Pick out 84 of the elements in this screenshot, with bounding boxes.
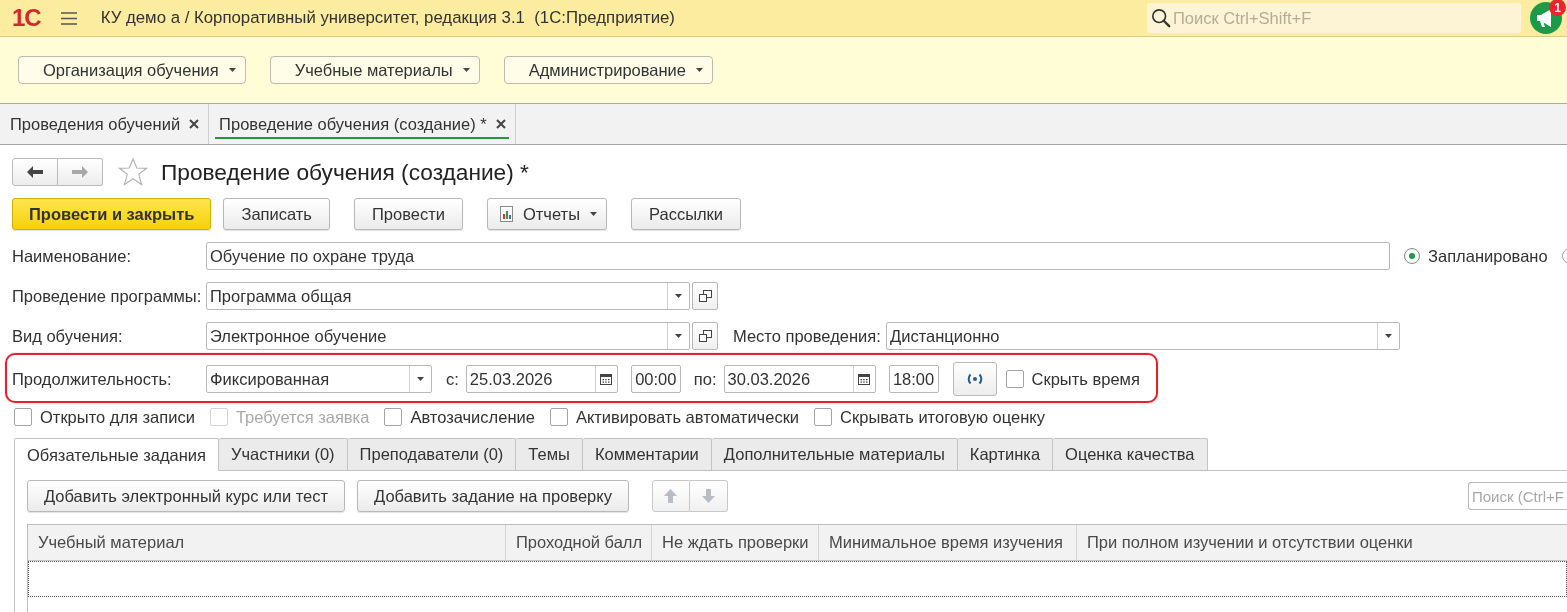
time-field[interactable]: 18:00	[888, 365, 939, 393]
field-label: Наименование:	[12, 246, 132, 266]
tab[interactable]: Преподаватели (0)	[347, 438, 517, 470]
field-label: Продолжительность:	[12, 369, 173, 389]
field-label: Проведение программы:	[12, 286, 203, 306]
checkbox-label[interactable]: Скрыть время	[1031, 369, 1140, 389]
signal-button[interactable]	[952, 362, 997, 396]
section-menu-button[interactable]: Организация обучения	[18, 56, 246, 84]
arrow-left-icon	[27, 166, 43, 178]
calendar-icon	[600, 373, 613, 385]
caret-icon	[1385, 334, 1392, 338]
column-header: Минимальное время изучения	[819, 525, 1077, 561]
tab[interactable]: Темы	[516, 438, 583, 470]
column-header: Проходной балл	[506, 525, 652, 561]
tab[interactable]: Участники (0)	[219, 438, 348, 470]
toolbar-button[interactable]: Записать	[223, 198, 330, 230]
section-menu-button[interactable]: Администрирование	[503, 56, 713, 84]
toolbar-button[interactable]: Рассылки	[631, 198, 742, 230]
checkbox[interactable]	[814, 408, 833, 426]
field-label: Место проведения:	[733, 326, 882, 346]
search-icon	[1151, 8, 1171, 28]
checkbox[interactable]	[14, 408, 32, 426]
caret-icon	[417, 377, 424, 381]
calendar-icon	[858, 373, 871, 385]
menu-button[interactable]: Отчеты	[486, 198, 607, 230]
checkbox[interactable]	[549, 408, 568, 426]
venue-field[interactable]: Дистанционно	[886, 322, 1400, 350]
caret-icon	[696, 68, 703, 72]
caret-icon	[228, 68, 236, 72]
back-button[interactable]	[12, 158, 58, 186]
logo: 1С	[12, 6, 41, 30]
close-icon[interactable]	[495, 119, 506, 129]
column-header: Учебный материал	[28, 525, 506, 561]
menu-icon[interactable]	[60, 11, 77, 25]
form-title: Проведение обучения (создание) *	[161, 158, 529, 186]
tab[interactable]: Оценка качества	[1053, 438, 1208, 470]
tab[interactable]: Комментарии	[582, 438, 712, 470]
field-label: с:	[446, 369, 459, 389]
tab[interactable]: Дополнительные материалы	[711, 438, 958, 470]
section-menu-button[interactable]: Учебные материалы	[269, 56, 480, 84]
toolbar-button[interactable]: Провести	[353, 198, 463, 230]
open-button[interactable]	[692, 322, 718, 350]
caret-icon	[675, 294, 682, 298]
tab[interactable]: Картинка	[957, 438, 1054, 470]
date-field[interactable]: 30.03.2026	[723, 365, 876, 393]
notification-count: 1	[1549, 0, 1566, 16]
add-button[interactable]: Добавить электронный курс или тест	[27, 480, 346, 512]
caret-icon	[462, 68, 470, 72]
checkbox-label[interactable]: Скрывать итоговую оценку	[840, 407, 1045, 427]
program-field[interactable]: Программа общая	[206, 282, 690, 310]
tab[interactable]: Обязательные задания	[14, 438, 219, 471]
open-button[interactable]	[692, 282, 718, 310]
arrow-up-icon	[664, 489, 678, 503]
search-field[interactable]: Поиск (Ctrl+F	[1468, 482, 1567, 510]
primary-button[interactable]: Провести и закрыть	[12, 198, 212, 230]
checkbox-label[interactable]: Открыто для записи	[40, 407, 195, 427]
column-header: Не ждать проверки	[652, 525, 819, 561]
checkbox[interactable]	[384, 408, 403, 426]
training-type-field[interactable]: Электронное обучение	[206, 322, 690, 350]
arrow-right-icon	[72, 166, 88, 178]
close-icon[interactable]	[189, 119, 200, 129]
windows-icon	[698, 330, 712, 342]
report-icon	[499, 206, 513, 222]
star-icon[interactable]	[118, 157, 148, 187]
windows-icon	[698, 290, 712, 302]
add-button[interactable]: Добавить задание на проверку	[357, 480, 629, 512]
radio-label[interactable]: Запланировано	[1428, 246, 1548, 266]
checkbox[interactable]	[1005, 370, 1024, 388]
date-field[interactable]: 25.03.2026	[465, 365, 618, 393]
search-field[interactable]: Поиск Ctrl+Shift+F	[1147, 3, 1521, 33]
radio-button[interactable]	[1404, 248, 1420, 264]
field-label: Вид обучения:	[12, 326, 124, 346]
time-field[interactable]: 00:00	[630, 365, 681, 393]
caret-icon	[675, 334, 682, 338]
checkbox-label[interactable]: Автозачисление	[410, 407, 535, 427]
column-header: При полном изучении и отсутствии оценки	[1077, 525, 1567, 561]
duration-type-field[interactable]: Фиксированная	[206, 365, 432, 393]
signal-waves-icon	[965, 373, 984, 385]
checkbox-label[interactable]: Активировать автоматически	[575, 407, 800, 427]
window-title: КУ демо а / Корпоративный университет, редакция 3.1 (1С:Предприятие)	[100, 8, 675, 28]
text-field[interactable]: Обучение по охране труда	[206, 242, 1390, 270]
field-label: по:	[693, 369, 717, 389]
caret-icon	[590, 212, 597, 216]
arrow-down-icon	[701, 489, 715, 503]
